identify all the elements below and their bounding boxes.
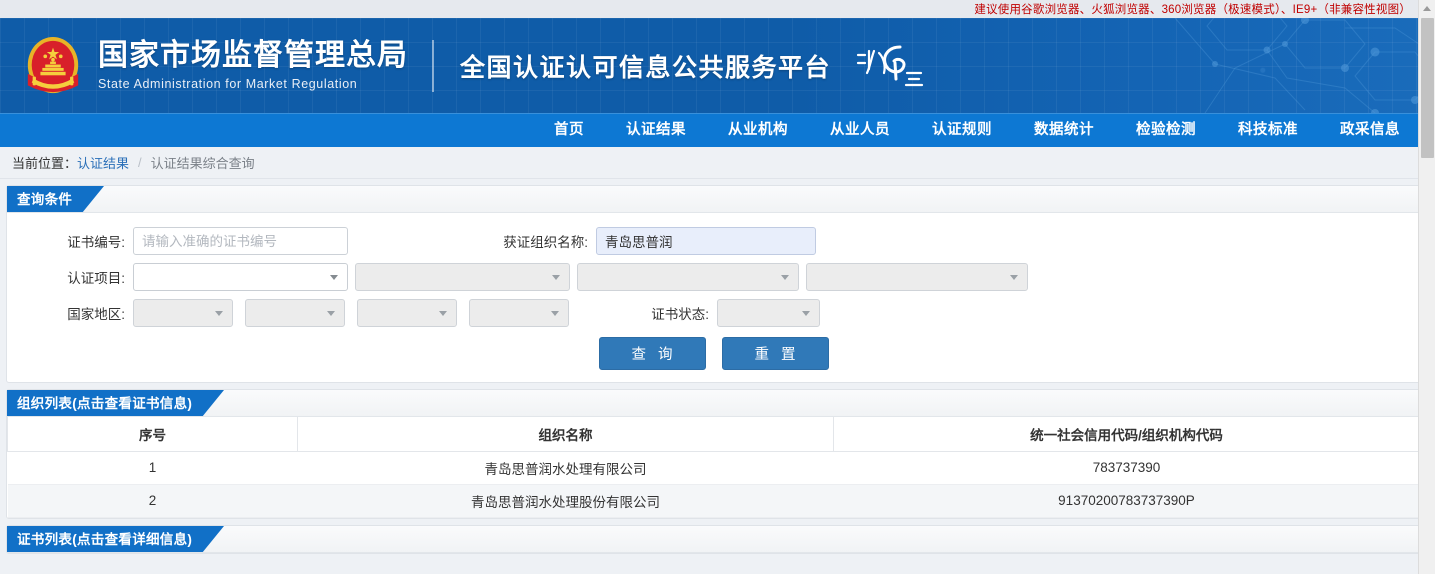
page-root: 建议使用谷歌浏览器、火狐浏览器、360浏览器（极速模式）、IE9+（非兼容性视图… (0, 0, 1435, 574)
column-header-index: 序号 (7, 417, 298, 452)
cell-org-name: 青岛思普润水处理有限公司 (297, 451, 834, 485)
country-region-select-2[interactable] (245, 299, 345, 327)
triangle-up-icon (1423, 6, 1431, 11)
cert-project-select-1[interactable] (133, 263, 348, 291)
column-header-code: 统一社会信用代码/组织机构代码 (833, 417, 1420, 452)
organization-table-body: 1 青岛思普润水处理有限公司 783737390 2 青岛思普润水处理股份有限公… (7, 451, 1420, 518)
nav-item-personnel[interactable]: 从业人员 (809, 113, 911, 147)
breadcrumb-separator: / (138, 155, 142, 170)
breadcrumb-link[interactable]: 认证结果 (77, 153, 129, 172)
nav-item-home[interactable]: 首页 (533, 113, 605, 147)
chevron-down-icon (551, 311, 559, 316)
table-row[interactable]: 2 青岛思普润水处理股份有限公司 91370200783737390P (7, 484, 1420, 518)
nav-item-statistics[interactable]: 数据统计 (1013, 113, 1115, 147)
scrollbar-up-button[interactable] (1419, 0, 1435, 17)
form-row-3: 国家地区: 证书状态: (7, 295, 1420, 331)
cert-no-label: 证书编号: (67, 235, 125, 250)
nav-item-organizations[interactable]: 从业机构 (707, 113, 809, 147)
scrollbar-thumb[interactable] (1421, 18, 1434, 158)
cell-index: 1 (7, 451, 298, 485)
header-divider (432, 39, 434, 92)
table-row[interactable]: 1 青岛思普润水处理有限公司 783737390 (7, 451, 1420, 485)
org-panel-header: 组织列表(点击查看证书信息) (7, 390, 1420, 417)
country-region-select-3[interactable] (357, 299, 457, 327)
brand-title-en: State Administration for Market Regulati… (98, 76, 358, 91)
nav-item-cert-rules[interactable]: 认证规则 (911, 113, 1013, 147)
cert-project-select-3[interactable] (577, 263, 799, 291)
cert-project-select-4[interactable] (806, 263, 1028, 291)
search-button[interactable]: 查 询 (598, 337, 706, 370)
platform-title: 全国认证认可信息公共服务平台 (460, 53, 832, 82)
cell-credit-code: 91370200783737390P (833, 484, 1420, 518)
nav-item-procurement[interactable]: 政采信息 (1319, 113, 1421, 147)
nav-item-standards[interactable]: 科技标准 (1217, 113, 1319, 147)
breadcrumb: 当前位置： 认证结果 / 认证结果综合查询 (0, 147, 1435, 179)
country-region-select-4[interactable] (469, 299, 569, 327)
chevron-down-icon (327, 311, 335, 316)
table-header-row: 序号 组织名称 统一社会信用代码/组织机构代码 (7, 417, 1420, 452)
cell-org-name: 青岛思普润水处理股份有限公司 (297, 484, 834, 518)
cell-index: 2 (7, 484, 298, 518)
org-name-input[interactable] (596, 227, 816, 255)
form-row-1: 证书编号: 获证组织名称: (7, 223, 1420, 259)
chevron-down-icon (802, 311, 810, 316)
nav-item-inspection[interactable]: 检验检测 (1115, 113, 1217, 147)
chevron-down-icon (330, 275, 338, 280)
nav-item-cert-results[interactable]: 认证结果 (605, 113, 707, 147)
site-header: 国家市场监督管理总局 State Administration for Mark… (0, 18, 1435, 113)
column-header-name: 组织名称 (297, 417, 834, 452)
national-emblem-icon (27, 36, 79, 93)
certificate-list-panel: 证书列表(点击查看详细信息) (6, 524, 1421, 554)
org-name-label: 获证组织名称: (503, 235, 588, 250)
cert-panel-title: 证书列表(点击查看详细信息) (7, 525, 225, 552)
cert-project-label: 认证项目: (67, 271, 125, 286)
chevron-down-icon (215, 311, 223, 316)
chevron-down-icon (439, 311, 447, 316)
cert-status-label: 证书状态: (651, 307, 709, 322)
query-panel-header: 查询条件 (7, 186, 1420, 213)
organization-table: 序号 组织名称 统一社会信用代码/组织机构代码 1 青岛思普润水处理有限公司 7… (7, 417, 1420, 518)
org-panel-title: 组织列表(点击查看证书信息) (7, 390, 225, 416)
chevron-down-icon (552, 275, 560, 280)
brand-block: 国家市场监督管理总局 State Administration for Mark… (98, 40, 408, 91)
query-form-buttons: 查 询 重 置 (7, 337, 1420, 370)
chevron-down-icon (781, 275, 789, 280)
country-region-label: 国家地区: (67, 307, 125, 322)
cert-no-input[interactable] (133, 227, 348, 255)
ren-e-yun-logo-icon (856, 45, 924, 86)
breadcrumb-current: 认证结果综合查询 (150, 156, 255, 171)
main-navigation: 首页 认证结果 从业机构 从业人员 认证规则 数据统计 检验检测 科技标准 政采… (0, 113, 1435, 147)
cert-status-select[interactable] (717, 299, 820, 327)
query-form: 证书编号: 获证组织名称: 认证项目: (7, 213, 1420, 382)
query-panel-title: 查询条件 (7, 186, 105, 212)
browser-advice-text: 建议使用谷歌浏览器、火狐浏览器、360浏览器（极速模式）、IE9+（非兼容性视图… (974, 4, 1411, 16)
reset-button[interactable]: 重 置 (721, 337, 829, 370)
breadcrumb-prefix: 当前位置： (12, 156, 78, 171)
country-region-select-1[interactable] (133, 299, 233, 327)
organization-list-panel: 组织列表(点击查看证书信息) 序号 组织名称 统一社会信用代码/组织机构代码 1… (6, 389, 1421, 519)
cell-credit-code: 783737390 (833, 451, 1420, 485)
cert-panel-header: 证书列表(点击查看详细信息) (7, 525, 1420, 553)
cert-project-select-2[interactable] (355, 263, 570, 291)
chevron-down-icon (1010, 275, 1018, 280)
browser-advice-bar: 建议使用谷歌浏览器、火狐浏览器、360浏览器（极速模式）、IE9+（非兼容性视图… (0, 0, 1435, 18)
brand-title-cn: 国家市场监督管理总局 (98, 39, 408, 73)
organization-table-head: 序号 组织名称 统一社会信用代码/组织机构代码 (7, 417, 1420, 452)
form-row-2: 认证项目: (7, 259, 1420, 295)
page-scrollbar[interactable] (1418, 0, 1435, 574)
query-conditions-panel: 查询条件 证书编号: 获证组织名称: 认证项目: (6, 185, 1421, 383)
